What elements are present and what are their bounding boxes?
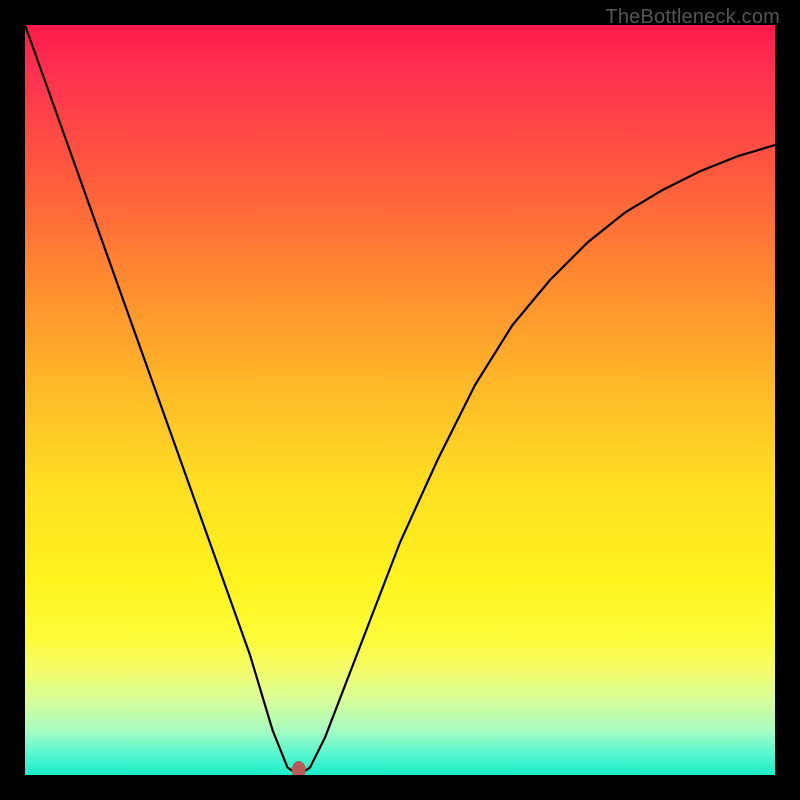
plot-area: [25, 25, 775, 775]
watermark-text: TheBottleneck.com: [605, 6, 780, 29]
optimal-point-marker: [292, 761, 306, 775]
chart-svg: [25, 25, 775, 775]
bottleneck-curve-path: [25, 25, 775, 775]
